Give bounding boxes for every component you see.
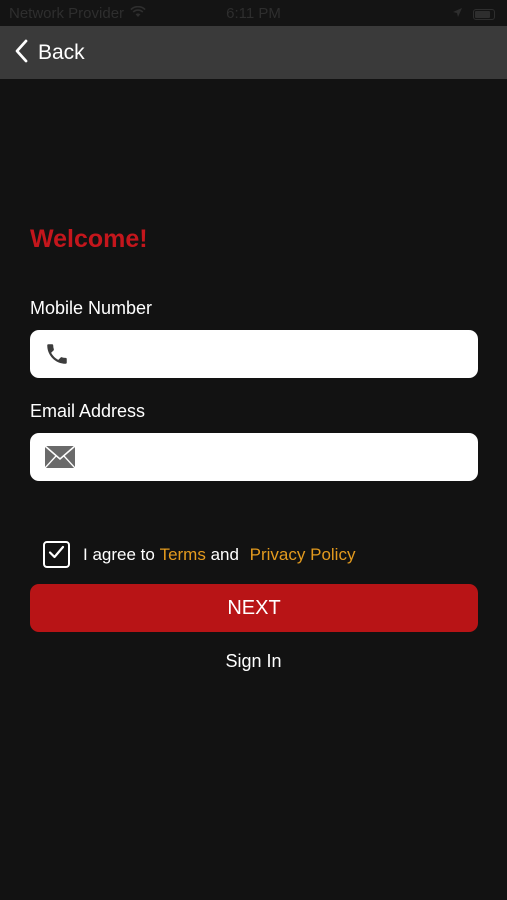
phone-icon <box>44 341 70 367</box>
terms-agreement-row: I agree to Terms and Privacy Policy <box>43 539 355 570</box>
envelope-icon <box>44 445 76 469</box>
agree-text: I agree to <box>83 544 160 564</box>
email-address-label: Email Address <box>30 401 146 421</box>
navigation-bar: Back <box>0 26 507 79</box>
status-bar: Network Provider 6:11 PM <box>0 0 507 26</box>
battery-icon <box>473 8 495 20</box>
page-title: Welcome! <box>30 225 148 253</box>
email-address-input[interactable] <box>92 433 466 481</box>
agree-checkbox[interactable] <box>43 541 70 568</box>
status-time: 6:11 PM <box>226 5 281 22</box>
email-address-field[interactable] <box>30 433 478 481</box>
mobile-number-field[interactable] <box>30 330 478 378</box>
privacy-policy-link[interactable]: Privacy Policy <box>250 545 356 565</box>
back-label: Back <box>38 41 85 64</box>
chevron-left-icon <box>14 39 28 68</box>
mobile-number-label: Mobile Number <box>30 298 153 318</box>
sign-in-link[interactable]: Sign In <box>0 651 507 672</box>
location-arrow-icon <box>452 5 463 23</box>
agree-conjunction: and <box>205 544 244 564</box>
back-button[interactable]: Back <box>14 38 85 68</box>
checkmark-icon <box>48 545 65 564</box>
mobile-number-input[interactable] <box>92 330 466 378</box>
next-button[interactable]: NEXT <box>30 584 478 632</box>
status-right <box>452 5 495 23</box>
terms-link[interactable]: Terms <box>160 545 206 565</box>
